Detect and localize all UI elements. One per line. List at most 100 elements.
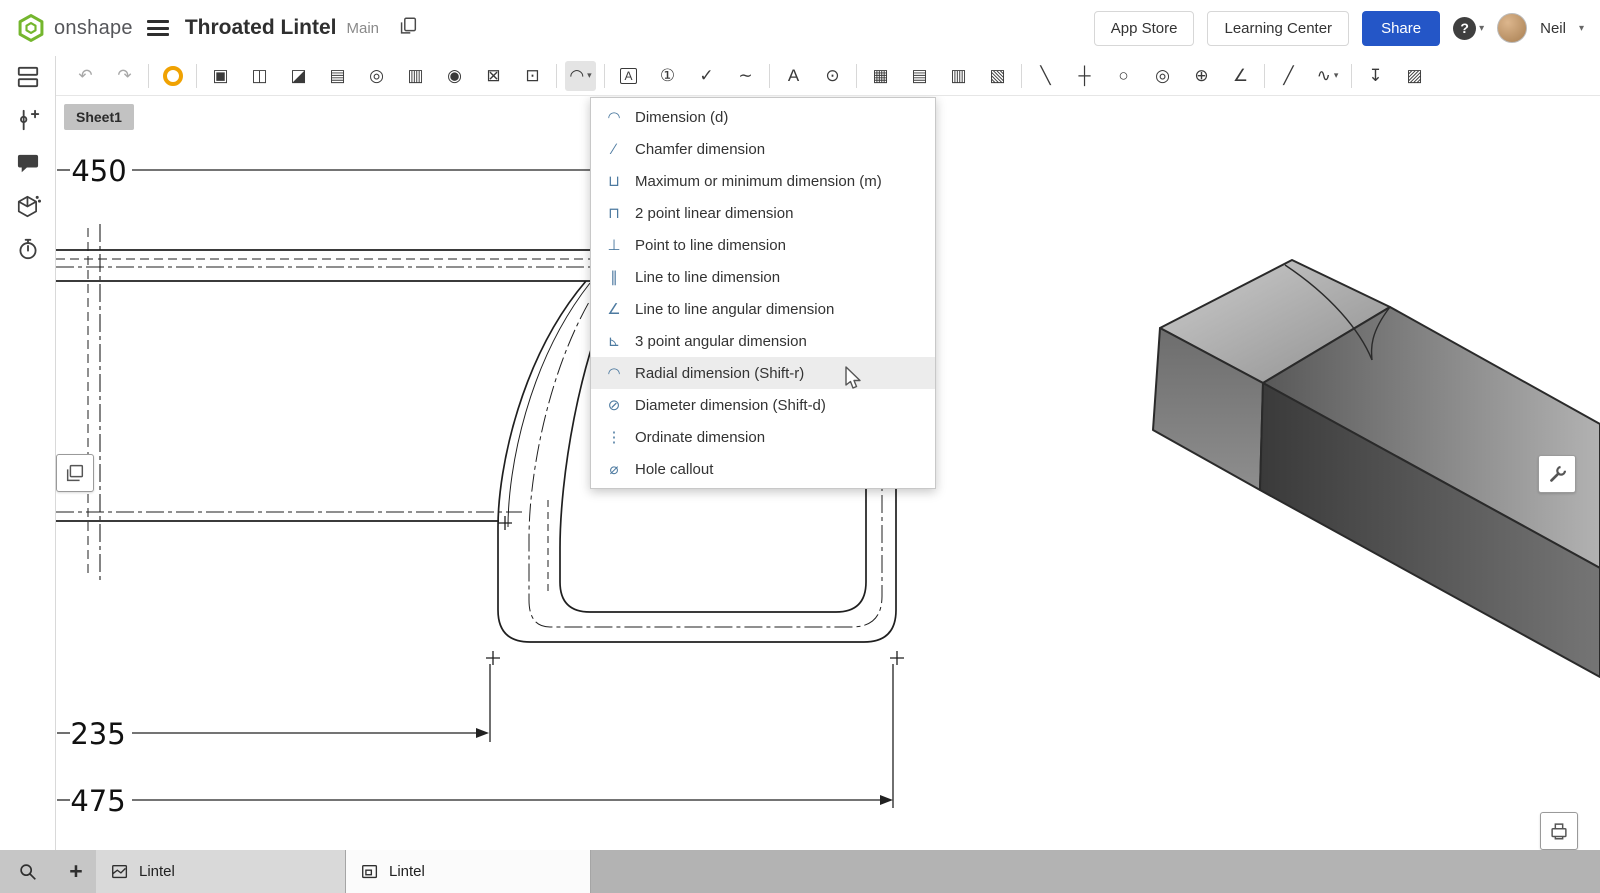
- app-store-button[interactable]: App Store: [1094, 11, 1195, 46]
- crop-view-button[interactable]: ⊡: [517, 61, 548, 91]
- help-icon: ?: [1453, 17, 1476, 40]
- history-stopwatch-icon[interactable]: [15, 236, 41, 262]
- avatar[interactable]: [1497, 13, 1527, 43]
- menu-item-label: Dimension (d): [635, 109, 728, 126]
- centermark-button[interactable]: ┼: [1069, 61, 1100, 91]
- search-tabs-button[interactable]: [0, 850, 56, 893]
- toolbar-button-icon: ◎: [1155, 67, 1170, 84]
- menu-item-label: Ordinate dimension: [635, 429, 765, 446]
- redo-button[interactable]: ↷: [109, 61, 140, 91]
- menu-item-max-min-dimension[interactable]: ⊔ Maximum or minimum dimension (m): [591, 165, 935, 197]
- menu-item-label: Point to line dimension: [635, 237, 786, 254]
- menu-item-ordinate-dimension[interactable]: ⋮ Ordinate dimension: [591, 421, 935, 453]
- insert-image-button[interactable]: ▨: [1399, 61, 1430, 91]
- toolbar-button-icon: ▦: [872, 67, 888, 84]
- comments-icon[interactable]: [15, 150, 41, 176]
- parts-cube-icon[interactable]: [15, 193, 41, 219]
- learning-center-button[interactable]: Learning Center: [1207, 11, 1349, 46]
- dimension-450-value[interactable]: 450: [71, 154, 126, 188]
- menu-item-dimension[interactable]: ◠ Dimension (d): [591, 101, 935, 133]
- tangent-arc-centerline-button[interactable]: ○: [1108, 61, 1139, 91]
- toolbar-button-icon: ▣: [212, 67, 228, 84]
- menu-item-2-point-linear-dimension[interactable]: ⊓ 2 point linear dimension: [591, 197, 935, 229]
- menu-item-3-point-angular-dimension[interactable]: ⊾ 3 point angular dimension: [591, 325, 935, 357]
- tab-label: Lintel: [389, 863, 425, 880]
- print-plot-widget[interactable]: [1540, 812, 1578, 850]
- dimension-475-value[interactable]: 475: [70, 784, 125, 818]
- break-out-section-button[interactable]: ◉: [439, 61, 470, 91]
- share-button[interactable]: Share: [1362, 11, 1440, 46]
- menu-item-label: Chamfer dimension: [635, 141, 765, 158]
- table-button[interactable]: ▦: [865, 61, 896, 91]
- drawing-canvas[interactable]: Sheet1: [56, 96, 1600, 850]
- auxiliary-view-button[interactable]: ◪: [283, 61, 314, 91]
- surface-finish-button[interactable]: ✓: [691, 61, 722, 91]
- projected-view-button[interactable]: ◫: [244, 61, 275, 91]
- inspection-symbol-button[interactable]: ⊙: [817, 61, 848, 91]
- menu-item-icon: ∕: [603, 141, 625, 158]
- sheet-properties-widget[interactable]: [56, 454, 94, 492]
- move-view-button[interactable]: ⊠: [478, 61, 509, 91]
- centerline-button[interactable]: ╲: [1030, 61, 1061, 91]
- onshape-logo-icon[interactable]: [16, 13, 46, 43]
- dxf-dwg-export-button[interactable]: ↧: [1360, 61, 1391, 91]
- menu-item-chamfer-dimension[interactable]: ∕ Chamfer dimension: [591, 133, 935, 165]
- note-button[interactable]: A: [613, 61, 644, 91]
- broken-view-button[interactable]: ▥: [400, 61, 431, 91]
- workspace-label[interactable]: Main: [347, 20, 380, 37]
- menu-item-diameter-dimension[interactable]: ⊘ Diameter dimension (Shift-d): [591, 389, 935, 421]
- menu-item-radial-dimension[interactable]: ◠ Radial dimension (Shift-r): [591, 357, 935, 389]
- sheets-panel-icon[interactable]: [15, 64, 41, 90]
- hole-table-button[interactable]: ▤: [904, 61, 935, 91]
- menu-item-icon: ⊥: [603, 236, 625, 254]
- balloon-button[interactable]: ①: [652, 61, 683, 91]
- toolbar-button-icon: ◠: [569, 67, 584, 84]
- undo-button[interactable]: ↶: [70, 61, 101, 91]
- weld-symbol-button[interactable]: ∼: [730, 61, 761, 91]
- sheet-tab-chip[interactable]: Sheet1: [64, 104, 134, 130]
- menu-item-point-to-line-dimension[interactable]: ⊥ Point to line dimension: [591, 229, 935, 261]
- tab-lintel-part-studio[interactable]: Lintel: [346, 850, 591, 893]
- view-tools-wrench-widget[interactable]: [1538, 455, 1576, 493]
- menu-item-hole-callout[interactable]: ⌀ Hole callout: [591, 453, 935, 485]
- sketch-mode-button[interactable]: [157, 61, 188, 91]
- toolbar-button-icon: ↶: [78, 67, 92, 84]
- toolbar-button-icon: ╲: [1040, 67, 1050, 84]
- help-caret-icon: ▾: [1479, 23, 1484, 34]
- menu-item-line-to-line-angular-dimension[interactable]: ∠ Line to line angular dimension: [591, 293, 935, 325]
- toolbar-button-icon: ▤: [329, 67, 345, 84]
- spline-button[interactable]: ∿: [1312, 61, 1343, 91]
- toolbar-separator: [1351, 64, 1352, 88]
- tangent-line-button[interactable]: ∠: [1225, 61, 1256, 91]
- add-tab-button[interactable]: +: [56, 850, 96, 893]
- menu-item-label: Hole callout: [635, 461, 713, 478]
- menu-item-line-to-line-dimension[interactable]: ∥ Line to line dimension: [591, 261, 935, 293]
- menu-item-icon: ◠: [603, 364, 625, 382]
- toolbar-separator: [196, 64, 197, 88]
- tab-bar-filler: [591, 850, 1600, 893]
- insert-view-button[interactable]: ▣: [205, 61, 236, 91]
- toolbar-button-icon: ✓: [699, 67, 713, 84]
- detail-view-button[interactable]: ◎: [361, 61, 392, 91]
- toolbar-button-icon: ┼: [1078, 67, 1090, 84]
- section-view-button[interactable]: ▤: [322, 61, 353, 91]
- revision-table-button[interactable]: ▥: [943, 61, 974, 91]
- menu-item-icon: ∥: [603, 268, 625, 286]
- toolbar-button-icon: ▤: [911, 67, 927, 84]
- toolbar-button-icon: ▥: [950, 67, 966, 84]
- line-button[interactable]: ╱: [1273, 61, 1304, 91]
- user-menu-caret-icon[interactable]: ▾: [1579, 23, 1584, 34]
- versions-copy-icon[interactable]: [397, 15, 419, 42]
- bom-table-button[interactable]: ▧: [982, 61, 1013, 91]
- circular-pattern-centerline-button[interactable]: ◎: [1147, 61, 1178, 91]
- dimension-475[interactable]: [57, 664, 893, 808]
- lintel-3d-view[interactable]: [1153, 260, 1600, 677]
- dimension-button[interactable]: ◠: [565, 61, 596, 91]
- tab-lintel-drawing[interactable]: Lintel: [96, 850, 346, 893]
- document-menu-icon[interactable]: [147, 20, 169, 36]
- text-button[interactable]: A: [778, 61, 809, 91]
- dimension-235-value[interactable]: 235: [70, 717, 125, 751]
- help-button[interactable]: ? ▾: [1453, 17, 1484, 40]
- center-point-button[interactable]: ⊕: [1186, 61, 1217, 91]
- configurations-icon[interactable]: [15, 107, 41, 133]
